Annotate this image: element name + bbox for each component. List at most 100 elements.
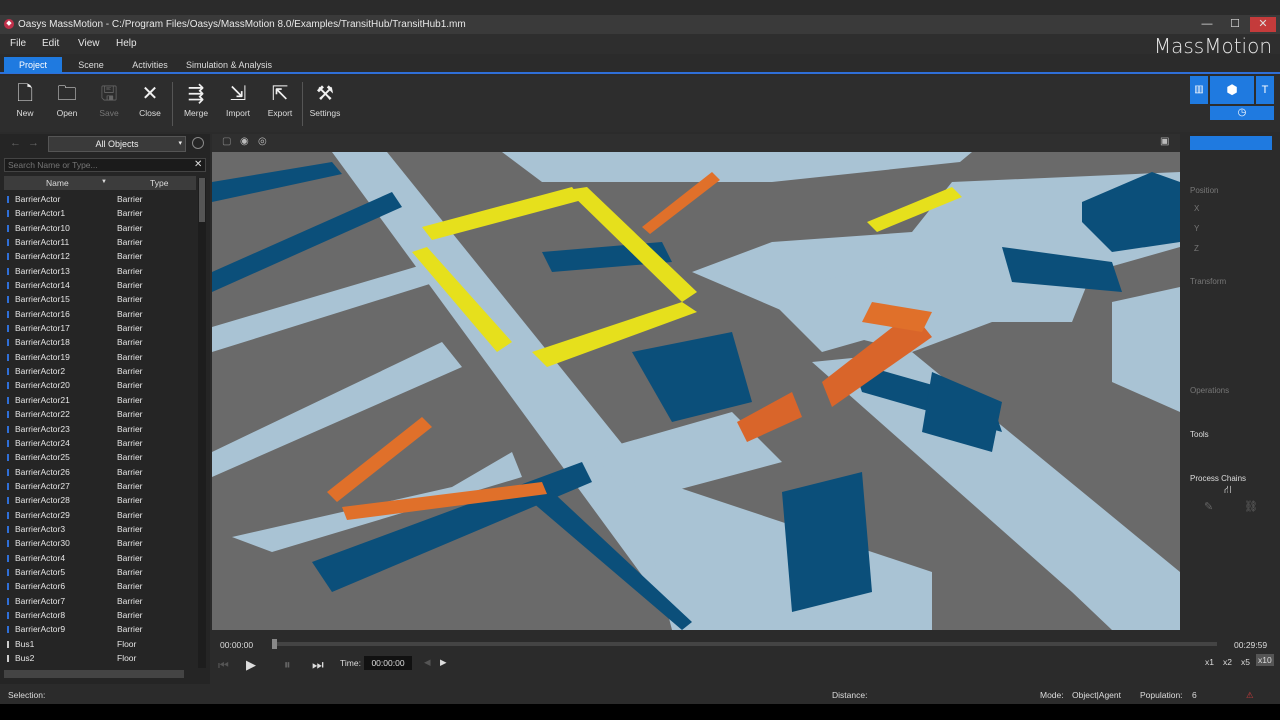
table-row[interactable]: BarrierActor25 Barrier [4, 450, 196, 464]
table-row[interactable]: BarrierActor16 Barrier [4, 307, 196, 321]
column-header-name[interactable]: Name [46, 178, 69, 188]
table-row[interactable]: BarrierActor1 Barrier [4, 206, 196, 220]
camera-icon[interactable]: ◉ [240, 136, 249, 147]
table-row[interactable]: BarrierActor10 Barrier [4, 221, 196, 235]
maximize-button[interactable]: ☐ [1222, 17, 1248, 32]
refresh-icon[interactable] [192, 137, 204, 149]
edit-chain-icon[interactable]: ✎ [1204, 500, 1213, 513]
table-row[interactable]: Bus1 Floor [4, 637, 196, 651]
process-chain-icon[interactable]: ⛙ [1224, 484, 1232, 498]
minimize-button[interactable]: — [1194, 17, 1220, 32]
3d-view-icon[interactable]: ⬢ [1210, 76, 1254, 104]
close-file-button[interactable]: ✕ Close [130, 80, 170, 128]
3d-viewport[interactable] [212, 152, 1180, 630]
table-row[interactable]: BarrierActor12 Barrier [4, 249, 196, 263]
new-button[interactable]: 🗋 New [5, 80, 45, 128]
clock-icon[interactable]: ◷ [1210, 106, 1274, 120]
tab-project[interactable]: Project [4, 57, 62, 73]
table-row[interactable]: BarrierActor11 Barrier [4, 235, 196, 249]
menu-edit[interactable]: Edit [42, 38, 59, 49]
table-row[interactable]: BarrierActor20 Barrier [4, 378, 196, 392]
table-row[interactable]: BarrierActor3 Barrier [4, 522, 196, 536]
object-list-scrollbar[interactable] [198, 178, 206, 668]
tab-activities[interactable]: Activities [122, 57, 178, 73]
window-close-button[interactable]: ✕ [1250, 17, 1276, 32]
table-row[interactable]: BarrierActor2 Barrier [4, 364, 196, 378]
speed-x5[interactable]: x5 [1241, 657, 1250, 667]
object-type: Barrier [117, 323, 143, 334]
menu-view[interactable]: View [78, 38, 100, 49]
object-type: Barrier [117, 351, 143, 362]
save-icon: 🖫 [100, 83, 118, 105]
table-row[interactable]: BarrierActor8 Barrier [4, 608, 196, 622]
table-row[interactable]: BarrierActor7 Barrier [4, 594, 196, 608]
table-row[interactable]: BarrierActor26 Barrier [4, 465, 196, 479]
skip-start-icon[interactable]: ⏮ [218, 658, 229, 673]
speed-x10[interactable]: x10 [1256, 654, 1274, 666]
clear-search-icon[interactable]: ✕ [194, 159, 202, 170]
link-chain-icon[interactable]: ⛓ [1244, 500, 1258, 513]
object-filter-dropdown[interactable]: All Objects ▾ [48, 136, 186, 152]
horizontal-scrollbar[interactable] [4, 670, 184, 678]
table-row[interactable]: BarrierActor13 Barrier [4, 264, 196, 278]
save-button[interactable]: 🖫 Save [89, 80, 129, 128]
tab-simulation-analysis[interactable]: Simulation & Analysis [184, 57, 274, 73]
timeline-track[interactable] [272, 639, 1217, 649]
east-edge-floor [1112, 287, 1180, 412]
settings-button[interactable]: ⚒ Settings [305, 80, 345, 128]
table-row[interactable]: BarrierActor18 Barrier [4, 335, 196, 349]
properties-tab[interactable] [1190, 136, 1272, 150]
skip-end-icon[interactable]: ⏭ [312, 657, 324, 673]
table-row[interactable]: BarrierActor21 Barrier [4, 393, 196, 407]
timeline-handle[interactable] [272, 639, 277, 649]
table-row[interactable]: BarrierActor23 Barrier [4, 422, 196, 436]
table-row[interactable]: BarrierActor30 Barrier [4, 536, 196, 550]
table-row[interactable]: BarrierActor28 Barrier [4, 493, 196, 507]
warning-icon[interactable]: ⚠ [1246, 686, 1254, 704]
time-input[interactable]: 00:00:00 [364, 656, 412, 670]
column-header-type[interactable]: Type [150, 178, 168, 188]
merge-label: Merge [183, 108, 209, 118]
table-row[interactable]: BarrierActor29 Barrier [4, 508, 196, 522]
table-row[interactable]: BarrierActor27 Barrier [4, 479, 196, 493]
pause-icon[interactable]: ⏸ [284, 657, 291, 673]
object-type: Barrier [117, 294, 143, 305]
step-forward-icon[interactable]: ▶ [440, 657, 447, 668]
table-row[interactable]: BarrierActor5 Barrier [4, 565, 196, 579]
back-arrow-icon[interactable]: ← [10, 137, 21, 149]
export-button[interactable]: ⇱ Export [260, 80, 300, 128]
table-row[interactable]: BarrierActor24 Barrier [4, 436, 196, 450]
speed-x1[interactable]: x1 [1205, 657, 1214, 667]
forward-arrow-icon[interactable]: → [28, 137, 39, 149]
table-row[interactable]: BarrierActor17 Barrier [4, 321, 196, 335]
panel-toggle-icon[interactable]: ▥ [1190, 76, 1208, 104]
tab-scene[interactable]: Scene [66, 57, 116, 73]
table-row[interactable]: BarrierActor9 Barrier [4, 622, 196, 636]
object-search-input[interactable] [4, 158, 206, 172]
table-row[interactable]: BarrierActor4 Barrier [4, 551, 196, 565]
top-view-icon[interactable]: T [1256, 76, 1274, 104]
table-row[interactable]: BarrierActor22 Barrier [4, 407, 196, 421]
scrollbar-thumb[interactable] [199, 178, 205, 222]
table-row[interactable]: BarrierActor15 Barrier [4, 292, 196, 306]
play-icon[interactable]: ▶ [246, 657, 256, 673]
step-back-icon[interactable]: ◀ [424, 657, 431, 668]
table-row[interactable]: BarrierActor Barrier [4, 192, 196, 206]
open-button[interactable]: 🗀 Open [47, 80, 87, 128]
import-button[interactable]: ⇲ Import [218, 80, 258, 128]
maximize-view-icon[interactable]: ▣ [1160, 136, 1169, 147]
object-name: BarrierActor27 [15, 480, 70, 491]
speed-x2[interactable]: x2 [1223, 657, 1232, 667]
view-mode-controls: ▥ ⬢ T ◷ [1190, 76, 1274, 120]
menu-file[interactable]: File [10, 38, 26, 49]
grid-icon[interactable]: ▢ [222, 136, 231, 147]
table-row[interactable]: BarrierActor14 Barrier [4, 278, 196, 292]
object-type-marker [7, 210, 9, 218]
menu-help[interactable]: Help [116, 38, 137, 49]
object-type-marker [7, 497, 9, 505]
table-row[interactable]: BarrierActor6 Barrier [4, 579, 196, 593]
table-row[interactable]: BarrierActor19 Barrier [4, 350, 196, 364]
eye-icon[interactable]: ◎ [258, 136, 267, 147]
merge-button[interactable]: ⇶ Merge [176, 80, 216, 128]
table-row[interactable]: Bus2 Floor [4, 651, 196, 665]
